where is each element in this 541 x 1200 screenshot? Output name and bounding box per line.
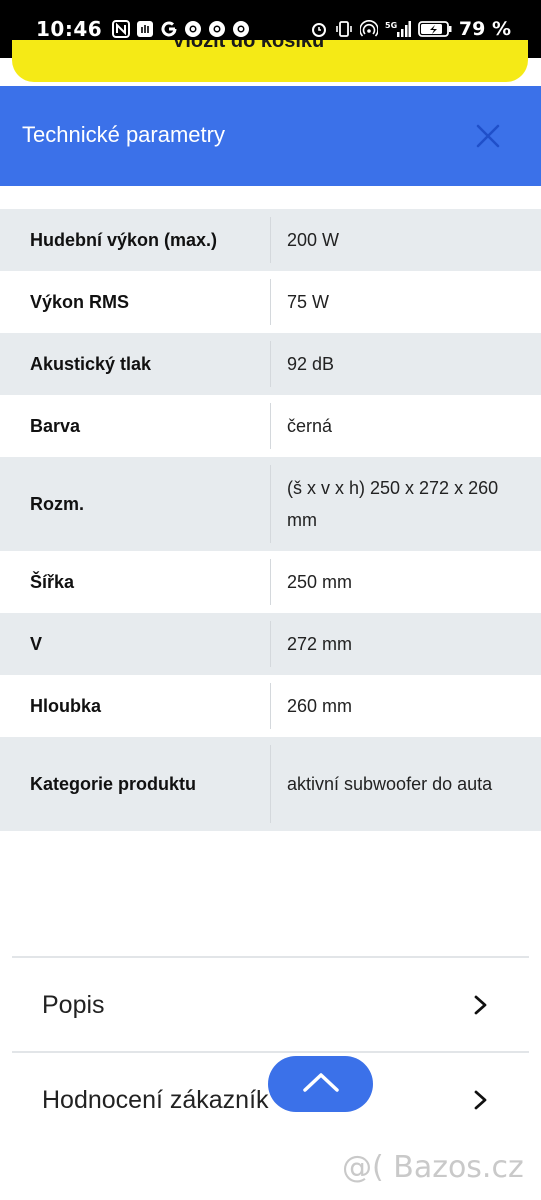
close-icon[interactable] xyxy=(472,120,504,152)
spec-row: Kategorie produktu aktivní subwoofer do … xyxy=(0,737,541,831)
spec-key: Akustický tlak xyxy=(30,353,152,374)
panel-header: Technické parametry xyxy=(0,86,541,186)
chevron-right-icon xyxy=(469,994,491,1016)
spec-value: aktivní subwoofer do auta xyxy=(287,774,493,794)
nfc-icon xyxy=(112,20,131,38)
alarm-icon xyxy=(310,20,328,38)
network-label: 5G xyxy=(385,21,397,30)
accordion-popis[interactable]: Popis xyxy=(12,958,529,1052)
add-to-cart-button[interactable]: Vložit do košíku xyxy=(12,40,528,82)
chrome-icon xyxy=(184,20,202,38)
google-icon xyxy=(160,20,178,38)
vibrate-icon xyxy=(335,20,353,38)
spec-row: Barva černá xyxy=(0,395,541,457)
spec-key: Rozm. xyxy=(30,493,84,514)
spec-row: Rozm. (š x v x h) 250 x 272 x 260 mm xyxy=(0,457,541,551)
add-to-cart-label: Vložit do košíku xyxy=(172,40,325,52)
status-time: 10:46 xyxy=(36,17,103,41)
spec-value: 75 W xyxy=(287,292,330,312)
spec-row: Akustický tlak 92 dB xyxy=(0,333,541,395)
chrome-icon xyxy=(232,20,250,38)
spec-value: (š x v x h) 250 x 272 x 260 mm xyxy=(287,478,499,530)
battery-charging-icon xyxy=(418,20,452,38)
spec-key: Barva xyxy=(30,415,81,436)
accordion-label: Hodnocení zákazník xyxy=(42,1085,269,1114)
spec-value: 272 mm xyxy=(287,634,353,654)
spec-value: černá xyxy=(287,416,333,436)
spec-key: Hloubka xyxy=(30,695,102,716)
spec-value: 250 mm xyxy=(287,572,353,592)
panel-title: Technické parametry xyxy=(22,122,225,147)
spec-table: Hudební výkon (max.) 200 W Výkon RMS 75 … xyxy=(0,209,541,831)
spec-key: Kategorie produktu xyxy=(30,773,197,794)
chevron-up-icon xyxy=(301,1070,341,1099)
spec-key: Šířka xyxy=(30,571,75,592)
system-icons: 5G 79 % xyxy=(310,18,511,40)
chrome-icon xyxy=(208,20,226,38)
spec-key: V xyxy=(30,633,43,654)
scroll-to-top-button[interactable] xyxy=(268,1056,373,1112)
spec-row: Hudební výkon (max.) 200 W xyxy=(0,209,541,271)
hand-icon xyxy=(136,20,154,38)
spec-row: Šířka 250 mm xyxy=(0,551,541,613)
hotspot-icon xyxy=(359,20,378,38)
watermark: @( Bazos.cz xyxy=(342,1150,524,1185)
spec-key: Výkon RMS xyxy=(30,291,130,312)
spec-key: Hudební výkon (max.) xyxy=(30,229,218,250)
spec-value: 200 W xyxy=(287,230,340,250)
spec-row: V 272 mm xyxy=(0,613,541,675)
notification-icons xyxy=(112,20,250,38)
chevron-right-icon xyxy=(469,1089,491,1111)
accordion-label: Popis xyxy=(42,990,105,1019)
spec-value: 92 dB xyxy=(287,354,335,374)
signal-icon: 5G xyxy=(385,20,411,38)
spec-row: Výkon RMS 75 W xyxy=(0,271,541,333)
battery-percent: 79 % xyxy=(458,18,511,40)
spec-row: Hloubka 260 mm xyxy=(0,675,541,737)
spec-value: 260 mm xyxy=(287,696,353,716)
accordion-reviews[interactable]: Hodnocení zákazník xyxy=(12,1053,529,1147)
